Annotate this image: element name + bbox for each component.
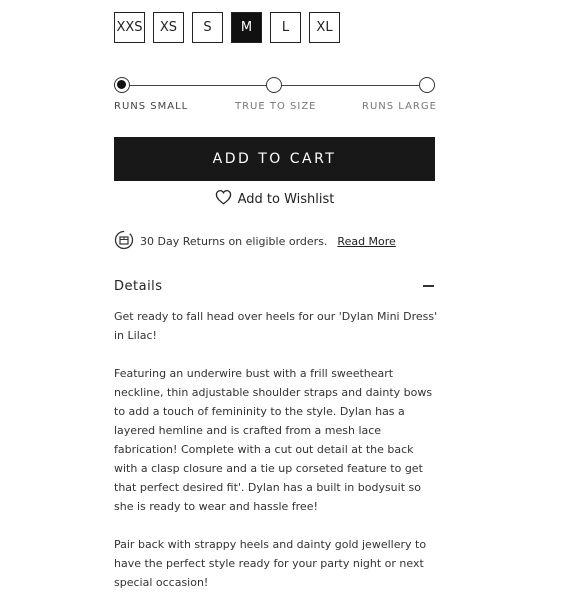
read-more-link[interactable]: Read More: [337, 235, 395, 248]
fit-scale: RUNS SMALL TRUE TO SIZE RUNS LARGE: [114, 76, 437, 116]
fit-option-true-to-size[interactable]: [266, 77, 282, 93]
description-paragraph-3: Pair back with strappy heels and dainty …: [114, 538, 427, 589]
fit-option-runs-large[interactable]: [419, 77, 435, 93]
size-option-s[interactable]: S: [192, 12, 223, 43]
add-to-wishlist-button[interactable]: Add to Wishlist: [114, 189, 435, 209]
returns-info: 30 Day Returns on eligible orders. Read …: [114, 230, 396, 253]
wishlist-label: Add to Wishlist: [237, 191, 335, 207]
fit-label-runs-small: RUNS SMALL: [114, 101, 189, 112]
details-accordion-header[interactable]: Details: [114, 276, 435, 296]
description-paragraph-2: Featuring an underwire bust with a frill…: [114, 367, 433, 513]
minus-icon[interactable]: [423, 285, 434, 287]
fit-label-true-to-size: TRUE TO SIZE: [235, 101, 317, 112]
details-title: Details: [114, 278, 163, 294]
description-paragraph-1: Get ready to fall head over heels for ou…: [114, 310, 438, 342]
size-option-xxs[interactable]: XXS: [114, 12, 145, 43]
product-description: Get ready to fall head over heels for ou…: [114, 307, 440, 611]
add-to-cart-button[interactable]: ADD TO CART: [114, 137, 435, 181]
size-option-xl[interactable]: XL: [309, 12, 340, 43]
size-option-l[interactable]: L: [270, 12, 301, 43]
return-box-icon: [114, 230, 134, 253]
size-selector: XXS XS S M L XL: [114, 12, 340, 43]
fit-label-runs-large: RUNS LARGE: [362, 101, 437, 112]
heart-icon: [215, 189, 232, 209]
size-option-xs[interactable]: XS: [153, 12, 184, 43]
fit-option-runs-small[interactable]: [114, 77, 130, 93]
returns-text: 30 Day Returns on eligible orders.: [140, 235, 328, 248]
size-option-m[interactable]: M: [231, 12, 262, 43]
